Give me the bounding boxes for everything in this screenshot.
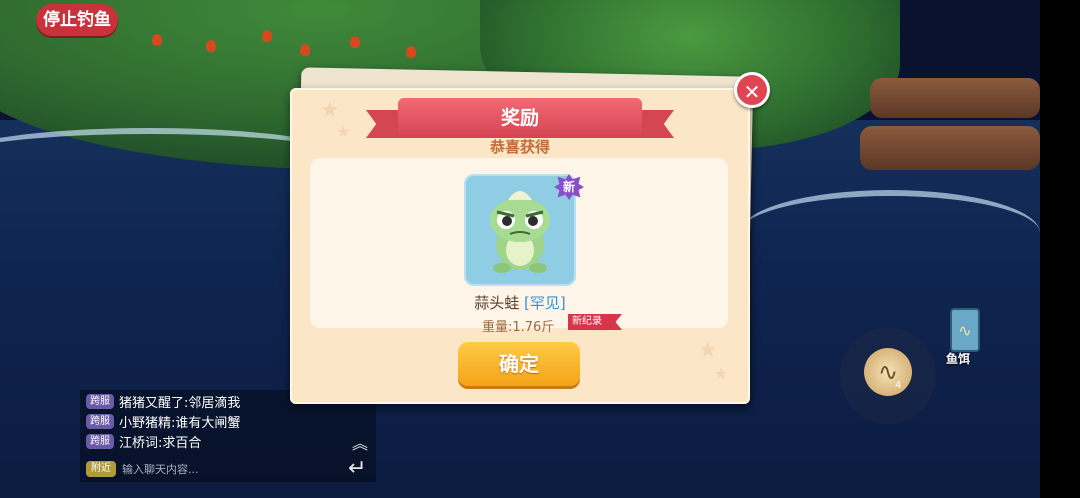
carrot-crop [406,46,416,58]
reward-content-area [310,158,728,328]
confirm-button[interactable]: 确定 [458,342,580,386]
fish-name-line: 蒜头蛙 [罕见] [290,292,750,313]
bait-count: 4 [895,380,902,391]
chat-message: 跨服 猪猪又醒了:邻居滴我 [86,392,241,411]
close-icon[interactable]: ✕ [734,72,770,108]
fish-weight: 重量:1.76斤 [482,320,555,335]
shore-foam [740,190,1040,276]
wooden-log [860,126,1040,170]
frog-icon [490,191,550,273]
reward-dialog: ★ ★ ★ ★ 奖励 恭喜获得 新 蒜头蛙 [罕见] 重量:1.76斤 新纪录 … [290,88,750,404]
carrot-crop [262,30,272,42]
ribbon-tail-left [366,110,430,138]
chat-text: 小野猪精:谁有大闸蟹 [119,415,241,431]
fish-card [464,174,576,286]
star-decoration-icon: ★ [336,122,351,141]
bait-bag-icon[interactable]: ∿ [950,308,980,352]
star-decoration-icon: ★ [698,338,718,363]
chat-message: 跨服 江桥词:求百合 [86,432,202,451]
new-badge: 新 [554,174,584,200]
carrot-crop [152,34,162,46]
chat-input[interactable]: 附近 输入聊天内容... [86,458,370,480]
fish-name: 蒜头蛙 [474,294,520,312]
carrot-crop [300,44,310,56]
chat-channel-selector[interactable]: 附近 [86,461,116,477]
wooden-log [870,78,1040,118]
fish-rarity: [罕见] [524,294,566,312]
stop-fishing-button[interactable]: 停止钓鱼 [36,4,118,36]
dialog-title: 奖励 [398,98,642,138]
dialog-subtitle: 恭喜获得 [489,138,550,156]
chat-text: 江桥词:求百合 [119,435,202,451]
chat-message: 跨服 小野猪精:谁有大闸蟹 [86,412,241,431]
chevron-up-icon[interactable]: ︽ [352,430,368,454]
chat-channel-tag: 跨服 [86,433,114,449]
new-record-tag: 新纪录 [568,314,622,330]
carrot-crop [350,36,360,48]
bait-label: 鱼饵 [946,352,971,366]
chat-text: 猪猪又醒了:邻居滴我 [119,395,241,411]
enter-icon[interactable]: ↵ [348,456,366,481]
chat-input-placeholder[interactable]: 输入聊天内容... [122,461,199,477]
cast-button[interactable]: ∿ [864,348,912,396]
carrot-crop [206,40,216,52]
screen-edge [1040,0,1080,498]
ribbon-tail-right [610,110,674,138]
star-decoration-icon: ★ [320,98,340,123]
star-decoration-icon: ★ [714,364,729,383]
chat-channel-tag: 跨服 [86,393,114,409]
chat-channel-tag: 跨服 [86,413,114,429]
